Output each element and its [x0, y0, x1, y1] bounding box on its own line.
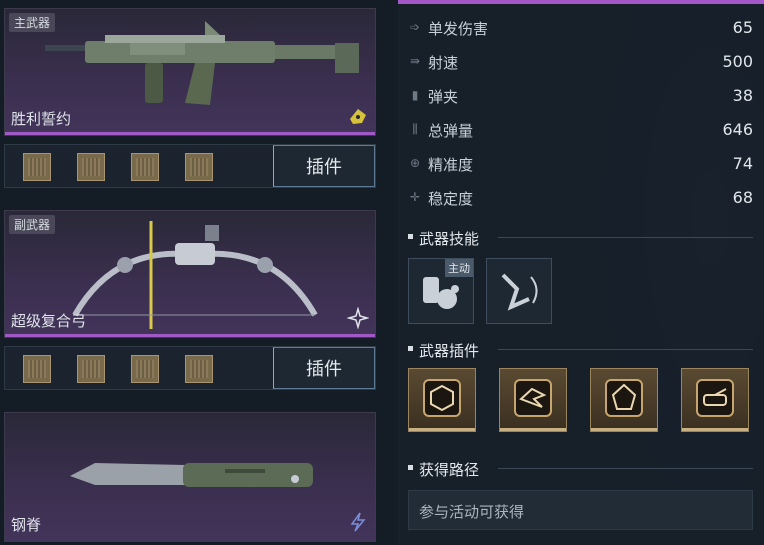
- magazine-icon: ▮: [411, 88, 419, 102]
- primary-weapon-card[interactable]: 主武器 胜利誓约: [4, 8, 376, 136]
- stat-magazine: ▮ 弹夹 38: [408, 79, 753, 113]
- bird-plugin-icon: [514, 379, 552, 417]
- section-title: 获得路径: [419, 461, 480, 479]
- stat-label: 稳定度: [428, 190, 474, 208]
- weapon-loadout-panel: 主武器 胜利誓约 插件 副武器 超级复合弓 插件 钢脊: [0, 0, 384, 545]
- rarity-icon: [350, 109, 366, 124]
- stat-firerate: ⇛ 射速 500: [408, 45, 753, 79]
- stat-value: 38: [732, 86, 753, 105]
- active-badge: 主动: [445, 259, 473, 277]
- damage-icon: ➩: [409, 20, 421, 34]
- acquire-box: 参与活动可获得: [408, 490, 753, 530]
- tank-plugin-icon: [696, 379, 734, 417]
- plugin-underline: [591, 428, 657, 431]
- plugin-slot[interactable]: [23, 153, 51, 181]
- compound-bow-image: [72, 221, 318, 329]
- shield-plugin-icon: [605, 379, 643, 417]
- weapon-plugin[interactable]: [681, 368, 749, 432]
- stat-value: 74: [732, 154, 753, 173]
- plugin-slot[interactable]: [77, 153, 105, 181]
- primary-plugin-button[interactable]: 插件: [273, 145, 375, 187]
- section-title: 武器技能: [419, 230, 480, 248]
- stat-value: 646: [722, 120, 753, 139]
- stat-label: 射速: [428, 54, 459, 72]
- stat-label: 总弹量: [428, 122, 474, 140]
- melee-weapon-card[interactable]: 钢脊: [4, 412, 376, 542]
- secondary-weapon-tag: 副武器: [9, 215, 56, 234]
- section-divider: [498, 237, 753, 238]
- stat-damage: ➩ 单发伤害 65: [408, 11, 753, 45]
- secondary-plugin-slots: 插件: [4, 346, 376, 390]
- crosshair-icon: ⊕: [409, 156, 421, 170]
- hex-gear-plugin-icon: [423, 379, 461, 417]
- stat-label: 精准度: [428, 156, 474, 174]
- secondary-weapon-card[interactable]: 副武器 超级复合弓: [4, 210, 376, 338]
- plugin-underline: [409, 428, 475, 431]
- weapon-plugin[interactable]: [408, 368, 476, 432]
- secondary-plugin-button[interactable]: 插件: [273, 347, 375, 389]
- section-divider: [498, 349, 753, 350]
- plugin-underline: [500, 428, 566, 431]
- stat-label: 单发伤害: [428, 20, 489, 38]
- stat-ammo: ⫼ 总弹量 646: [408, 113, 753, 147]
- section-weapon-plugins: 武器插件: [408, 340, 753, 360]
- primary-plugin-slots: 插件: [4, 144, 376, 188]
- lightning-icon: [350, 512, 366, 532]
- section-bullet: [408, 234, 413, 239]
- section-bullet: [408, 465, 413, 470]
- selected-underline: [5, 334, 375, 337]
- burst-rarity-icon: [347, 307, 369, 329]
- plugin-slot[interactable]: [185, 153, 213, 181]
- section-weapon-skills: 武器技能: [408, 228, 753, 248]
- secondary-weapon-name: 超级复合弓: [11, 312, 87, 330]
- plugin-slot[interactable]: [131, 153, 159, 181]
- section-acquire: 获得路径: [408, 459, 753, 479]
- plugin-slot[interactable]: [77, 355, 105, 383]
- stat-accuracy: ⊕ 精准度 74: [408, 147, 753, 181]
- knife-image: [70, 463, 313, 487]
- plugin-slot[interactable]: [23, 355, 51, 383]
- grapple-skill-icon: [501, 273, 538, 311]
- ammo-icon: ⫼: [412, 122, 418, 136]
- section-title: 武器插件: [419, 342, 480, 360]
- stability-icon: ✛: [409, 190, 421, 204]
- weapon-plugin[interactable]: [590, 368, 658, 432]
- skill-active[interactable]: 主动: [408, 258, 474, 324]
- plugin-slot[interactable]: [185, 355, 213, 383]
- section-bullet: [408, 346, 413, 351]
- skill-grapple[interactable]: [486, 258, 552, 324]
- section-divider: [498, 468, 753, 469]
- melee-weapon-name: 钢脊: [11, 516, 42, 534]
- accent-bar: [398, 0, 764, 4]
- stat-value: 68: [732, 188, 753, 207]
- plugin-underline: [682, 428, 748, 431]
- stat-stability: ✛ 稳定度 68: [408, 181, 753, 215]
- plugin-slot[interactable]: [131, 355, 159, 383]
- weapon-plugin[interactable]: [499, 368, 567, 432]
- firerate-icon: ⇛: [409, 54, 421, 68]
- stat-label: 弹夹: [428, 88, 459, 106]
- primary-weapon-name: 胜利誓约: [11, 110, 72, 128]
- acquire-text: 参与活动可获得: [419, 503, 525, 521]
- selected-underline: [5, 132, 375, 135]
- stat-value: 65: [732, 18, 753, 37]
- weapon-detail-panel: ➩ 单发伤害 65 ⇛ 射速 500 ▮ 弹夹 38 ⫼ 总弹量 646 ⊕ 精…: [398, 0, 764, 545]
- rifle-image: [45, 21, 359, 105]
- stat-value: 500: [722, 52, 753, 71]
